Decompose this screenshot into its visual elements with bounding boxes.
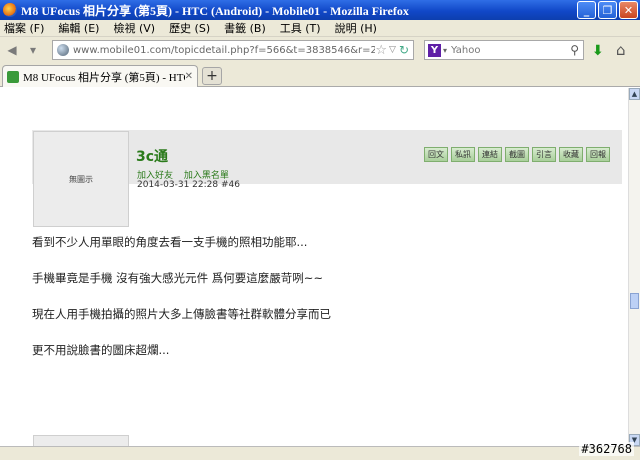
- quote-button[interactable]: 引言: [532, 147, 556, 162]
- post-paragraph: 手機畢竟是手機 沒有強大感光元件 爲何要這麼嚴苛咧~~: [32, 271, 324, 285]
- menu-tools[interactable]: 工具 (T): [280, 20, 321, 36]
- avatar-placeholder-text: 無圖示: [69, 174, 93, 184]
- back-icon[interactable]: ◀: [3, 41, 21, 59]
- menu-file[interactable]: 檔案 (F): [4, 20, 44, 36]
- vertical-scrollbar[interactable]: ▲ ▼: [628, 88, 640, 446]
- private-message-button[interactable]: 私訊: [451, 147, 475, 162]
- yahoo-icon[interactable]: Y: [428, 43, 441, 57]
- tab-active[interactable]: M8 UFocus 相片分享 (第5頁) - HTC (Andr... ✕: [2, 65, 198, 87]
- post-body: 看到不少人用單眼的角度去看一支手機的照相功能耶... 手機畢竟是手機 沒有強大感…: [32, 234, 612, 378]
- report-button[interactable]: 回報: [586, 147, 610, 162]
- tab-close-icon[interactable]: ✕: [185, 71, 193, 82]
- menu-bar: 檔案 (F) 編輯 (E) 檢視 (V) 歷史 (S) 書籤 (B) 工具 (T…: [0, 20, 640, 37]
- bookmark-star-icon[interactable]: ☆: [375, 43, 387, 58]
- menu-view[interactable]: 檢視 (V): [113, 20, 155, 36]
- menu-help[interactable]: 說明 (H): [335, 20, 377, 36]
- menu-edit[interactable]: 編輯 (E): [58, 20, 99, 36]
- status-bar: [0, 446, 640, 460]
- url-text[interactable]: www.mobile01.com/topicdetail.php?f=566&t…: [73, 45, 375, 56]
- download-icon[interactable]: ⬇: [592, 43, 604, 59]
- menu-bookmarks[interactable]: 書籤 (B): [224, 20, 266, 36]
- link-button[interactable]: 連結: [478, 147, 502, 162]
- menu-history[interactable]: 歷史 (S): [169, 20, 210, 36]
- page-content: 無圖示 3c通 加入好友 加入黑名單 2014-03-31 22:28 #46 …: [0, 88, 628, 446]
- post-paragraph: 現在人用手機拍攝的照片大多上傳臉書等社群軟體分享而已: [32, 307, 331, 321]
- post-paragraph: 更不用說臉書的圖床超爛...: [32, 343, 170, 357]
- screenshot-button[interactable]: 截圖: [505, 147, 529, 162]
- next-post-avatar: [33, 435, 129, 446]
- mobile01-favicon-icon: [7, 70, 19, 83]
- minimize-button[interactable]: _: [577, 1, 596, 19]
- home-icon[interactable]: ⌂: [616, 41, 626, 59]
- history-dropdown-icon[interactable]: ▾: [24, 41, 42, 59]
- scrollbar-thumb[interactable]: [630, 293, 639, 309]
- firefox-icon: [3, 3, 17, 17]
- maximize-button[interactable]: ❐: [598, 1, 617, 19]
- avatar[interactable]: 無圖示: [33, 131, 129, 227]
- tab-strip: M8 UFocus 相片分享 (第5頁) - HTC (Andr... ✕ +: [0, 63, 640, 87]
- search-icon[interactable]: ⚲: [570, 43, 579, 57]
- search-engine-dropdown-icon[interactable]: ▾: [443, 46, 447, 55]
- reply-button[interactable]: 回文: [424, 147, 448, 162]
- navigation-toolbar: ◀ ▾ www.mobile01.com/topicdetail.php?f=5…: [0, 37, 640, 63]
- new-tab-button[interactable]: +: [202, 67, 222, 85]
- post-paragraph: 看到不少人用單眼的角度去看一支手機的照相功能耶...: [32, 235, 308, 249]
- site-identity-icon[interactable]: [57, 44, 69, 56]
- image-watermark: #362768: [579, 442, 634, 456]
- search-input[interactable]: Yahoo: [451, 45, 570, 56]
- window-controls: _ ❐ ✕: [577, 1, 638, 19]
- window-title: M8 UFocus 相片分享 (第5頁) - HTC (Android) - M…: [21, 3, 409, 18]
- scroll-up-icon[interactable]: ▲: [629, 88, 640, 100]
- window-titlebar: M8 UFocus 相片分享 (第5頁) - HTC (Android) - M…: [0, 0, 640, 20]
- search-bar[interactable]: Y ▾ Yahoo ⚲: [424, 40, 584, 60]
- post-action-buttons: 回文 私訊 連結 截圖 引言 收藏 回報: [424, 147, 610, 162]
- address-bar[interactable]: www.mobile01.com/topicdetail.php?f=566&t…: [52, 40, 414, 60]
- post-username[interactable]: 3c通: [136, 146, 168, 166]
- favorite-button[interactable]: 收藏: [559, 147, 583, 162]
- close-button[interactable]: ✕: [619, 1, 638, 19]
- post-timestamp: 2014-03-31 22:28 #46: [137, 180, 240, 190]
- reload-icon[interactable]: ↻: [399, 43, 409, 57]
- url-dropdown-icon[interactable]: ▽: [389, 45, 396, 55]
- tab-title: M8 UFocus 相片分享 (第5頁) - HTC (Andr...: [23, 71, 185, 84]
